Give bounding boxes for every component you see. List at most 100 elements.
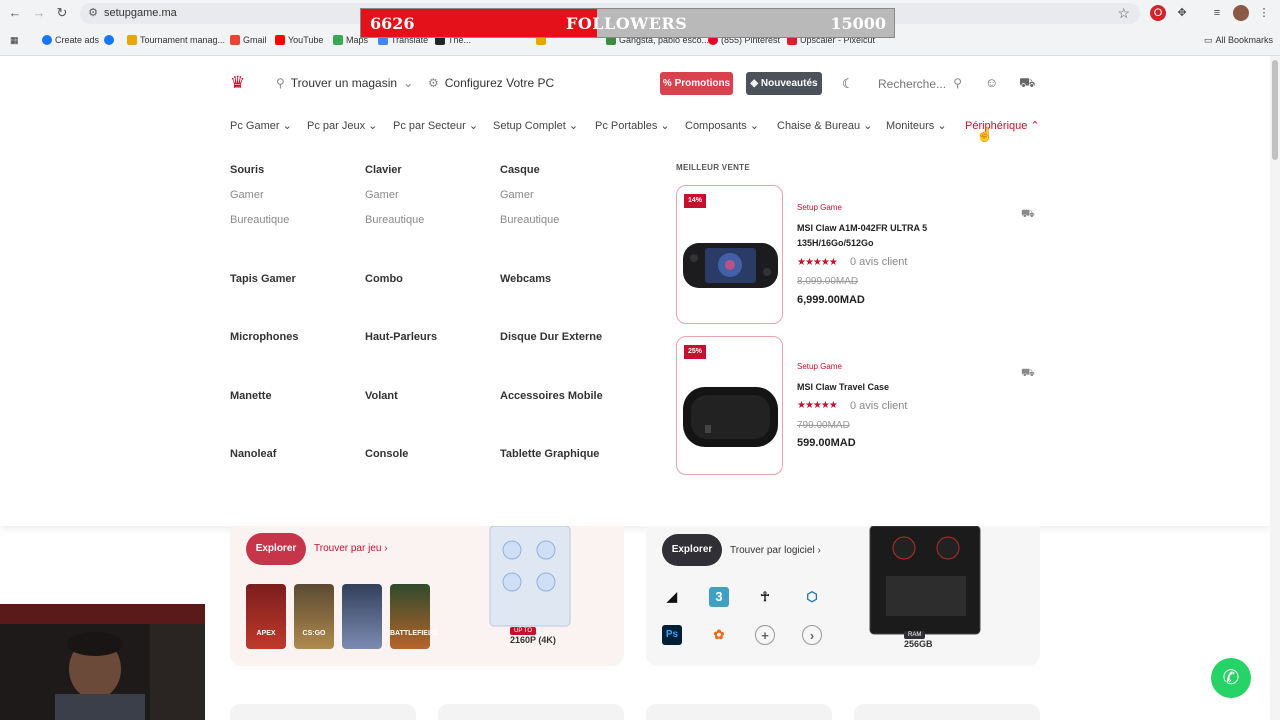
configure-pc-link[interactable]: ⚙ Configurez Votre PC	[428, 76, 554, 90]
current-price: 599.00MAD	[797, 437, 856, 449]
product-name[interactable]: MSI Claw Travel Case	[797, 380, 947, 395]
promotions-button[interactable]: % Promotions	[660, 72, 733, 95]
menu-link-nanoleaf[interactable]: Nanoleaf	[230, 448, 276, 460]
next-arrow-icon[interactable]: ›	[802, 625, 822, 645]
menu-link-console[interactable]: Console	[365, 448, 408, 460]
bookmark-item[interactable]: Create ads	[42, 32, 99, 48]
site-info-icon[interactable]: ⚙	[86, 6, 100, 20]
dark-mode-toggle-icon[interactable]: ☾	[842, 76, 854, 92]
reload-icon[interactable]: ↻	[53, 5, 71, 21]
nav-moniteurs[interactable]: Moniteurs ⌄	[886, 119, 947, 132]
menu-link-webcams[interactable]: Webcams	[500, 273, 551, 285]
bookmark-item[interactable]	[104, 32, 114, 48]
streamer-webcam	[0, 604, 205, 720]
maya-figure-icon[interactable]: ☥	[755, 587, 775, 607]
profile-avatar[interactable]	[1233, 5, 1249, 21]
nav-chaise-bureau[interactable]: Chaise & Bureau ⌄	[777, 119, 872, 132]
sketchup-icon[interactable]: ⬡	[802, 587, 822, 607]
menu-link-combo[interactable]: Combo	[365, 273, 403, 285]
3dsmax-icon[interactable]: 3	[709, 587, 729, 607]
menu-link-clavier-gamer[interactable]: Gamer	[365, 189, 399, 201]
whatsapp-chat-button[interactable]: ✆	[1211, 658, 1251, 698]
find-by-game-link[interactable]: Trouver par jeu ›	[314, 543, 388, 554]
gmail-icon	[230, 35, 240, 45]
menu-icon[interactable]: ⋮	[1256, 5, 1272, 21]
black-pc-image	[869, 526, 981, 635]
plus-icon[interactable]: +	[755, 625, 775, 645]
menu-link-souris[interactable]: Souris	[230, 164, 264, 176]
menu-link-casque[interactable]: Casque	[500, 164, 540, 176]
search-icon[interactable]: ⚲	[953, 76, 962, 90]
resolution-spec: 2160P (4K)	[510, 635, 556, 645]
add-to-cart-icon[interactable]: ⛟	[1021, 208, 1035, 222]
bookmark-star-icon[interactable]: ☆	[1117, 5, 1130, 22]
product-name[interactable]: MSI Claw A1M-042FR ULTRA 5 135H/16Go/512…	[797, 221, 947, 251]
nav-pc-par-jeux[interactable]: Pc par Jeux ⌄	[307, 119, 377, 132]
all-bookmarks[interactable]: ▭ All Bookmarks	[1204, 32, 1273, 48]
menu-link-microphones[interactable]: Microphones	[230, 331, 298, 343]
apps-icon[interactable]: ▦	[10, 32, 19, 48]
review-count: 0 avis client	[850, 400, 908, 412]
extensions-icon[interactable]: ✥	[1174, 5, 1190, 21]
back-icon[interactable]: ←	[6, 5, 24, 21]
csgo-thumbnail[interactable]: CS:GO	[294, 584, 334, 649]
reading-list-icon[interactable]: ≡	[1209, 5, 1225, 21]
game-thumbnail[interactable]	[342, 584, 382, 649]
nav-pc-par-secteur[interactable]: Pc par Secteur ⌄	[393, 119, 478, 132]
find-by-software-link[interactable]: Trouver par logiciel ›	[730, 545, 821, 556]
search-input[interactable]	[868, 72, 946, 95]
menu-link-clavier-bureautique[interactable]: Bureautique	[365, 214, 424, 226]
category-card[interactable]	[854, 704, 1040, 720]
forward-icon[interactable]: →	[30, 5, 48, 21]
category-card[interactable]	[230, 704, 416, 720]
nav-pc-portables[interactable]: Pc Portables ⌄	[595, 119, 670, 132]
menu-link-haut-parleurs[interactable]: Haut-Parleurs	[365, 331, 437, 343]
product-card-image[interactable]: 25%	[676, 336, 783, 475]
apex-thumbnail[interactable]: APEX	[246, 584, 286, 649]
add-to-cart-icon[interactable]: ⛟	[1021, 367, 1035, 381]
bookmark-item[interactable]: Tournament manag...	[127, 32, 225, 48]
page-scrollbar[interactable]	[1270, 56, 1280, 720]
search-box: ⚲	[868, 72, 968, 95]
photoshop-icon[interactable]: Ps	[662, 625, 682, 645]
scrollbar-thumb[interactable]	[1272, 60, 1278, 160]
battlefield-thumbnail[interactable]: BATTLEFIELD	[390, 584, 437, 649]
menu-link-casque-bureautique[interactable]: Bureautique	[500, 214, 559, 226]
nav-pc-gamer[interactable]: Pc Gamer ⌄	[230, 119, 292, 132]
travel-case-image	[683, 387, 778, 447]
bookmark-item[interactable]: Gmail	[230, 32, 267, 48]
opera-icon[interactable]: O	[1150, 5, 1166, 21]
store-locator-link[interactable]: ⚲ Trouver un magasin ⌄	[276, 76, 413, 90]
bookmark-item[interactable]: YouTube	[275, 32, 323, 48]
setupgame-logo[interactable]: ♛	[230, 74, 248, 92]
new-arrivals-button[interactable]: ◈ Nouveautés	[746, 72, 822, 95]
menu-link-tapis-gamer[interactable]: Tapis Gamer	[230, 273, 296, 285]
menu-link-manette[interactable]: Manette	[230, 390, 272, 402]
category-card[interactable]	[646, 704, 832, 720]
menu-link-souris-bureautique[interactable]: Bureautique	[230, 214, 289, 226]
product-card-image[interactable]: 14%	[676, 185, 783, 324]
menu-link-disque-dur-externe[interactable]: Disque Dur Externe	[500, 331, 602, 343]
explore-software-button[interactable]: Explorer	[662, 534, 722, 566]
review-count: 0 avis client	[850, 256, 908, 268]
bestseller-heading: MEILLEUR VENTE	[676, 163, 750, 172]
product-brand[interactable]: Setup Game	[797, 362, 842, 371]
cart-icon[interactable]: ⛟	[1019, 75, 1035, 93]
category-card[interactable]	[438, 704, 624, 720]
menu-link-casque-gamer[interactable]: Gamer	[500, 189, 534, 201]
user-account-icon[interactable]: ☺	[985, 75, 998, 90]
fl-studio-icon[interactable]: ✿	[709, 625, 729, 645]
explore-games-button[interactable]: Explorer	[246, 533, 306, 565]
menu-link-accessoires-mobile[interactable]: Accessoires Mobile	[500, 390, 603, 402]
webcam-feed-image	[0, 604, 205, 720]
menu-link-souris-gamer[interactable]: Gamer	[230, 189, 264, 201]
nav-setup-complet[interactable]: Setup Complet ⌄	[493, 119, 578, 132]
menu-link-volant[interactable]: Volant	[365, 390, 398, 402]
autodesk-icon[interactable]: ◢	[662, 587, 682, 607]
followers-goal: 15000	[830, 14, 886, 33]
old-price: 8,099.00MAD	[797, 276, 859, 287]
product-brand[interactable]: Setup Game	[797, 203, 842, 212]
menu-link-tablette-graphique[interactable]: Tablette Graphique	[500, 448, 599, 460]
menu-link-clavier[interactable]: Clavier	[365, 164, 402, 176]
nav-composants[interactable]: Composants ⌄	[685, 119, 759, 132]
